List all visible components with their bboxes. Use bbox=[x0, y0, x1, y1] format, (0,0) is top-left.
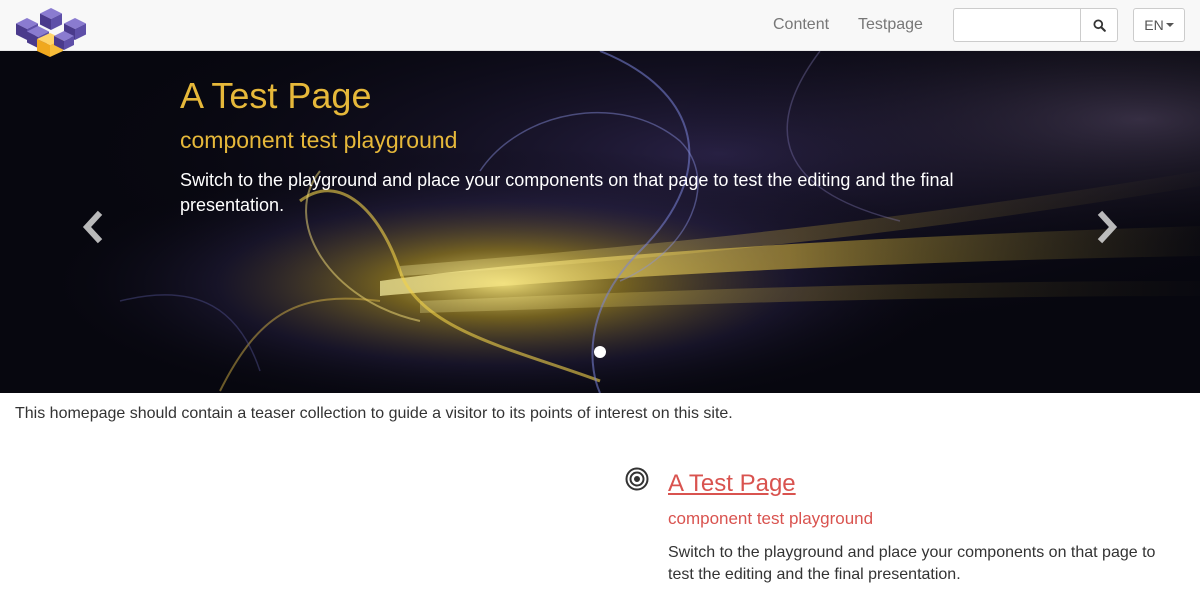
teaser-subtitle: component test playground bbox=[668, 509, 874, 528]
teaser-title-link[interactable]: A Test Page bbox=[668, 470, 796, 498]
caret-down-icon bbox=[1165, 23, 1174, 27]
language-selector[interactable]: EN bbox=[1133, 8, 1185, 42]
intro-text: This homepage should contain a teaser co… bbox=[15, 405, 733, 422]
nav-link-content[interactable]: Content bbox=[773, 16, 829, 34]
language-label: EN bbox=[1144, 17, 1164, 33]
nav-link-testpage[interactable]: Testpage bbox=[858, 16, 923, 34]
teaser-text: Switch to the playground and place your … bbox=[668, 544, 1156, 583]
hero-subtitle: component test playground bbox=[180, 127, 458, 153]
search-icon bbox=[1092, 18, 1106, 32]
carousel-prev-button[interactable] bbox=[78, 209, 108, 245]
hero-text: Switch to the playground and place your … bbox=[180, 170, 954, 215]
search-button[interactable] bbox=[1080, 8, 1118, 42]
carousel-indicator[interactable] bbox=[594, 346, 606, 358]
top-navbar: Content Testpage EN bbox=[0, 0, 1200, 51]
search-input[interactable] bbox=[953, 8, 1080, 42]
hero-carousel: A Test Page component test playground Sw… bbox=[0, 51, 1200, 393]
target-icon bbox=[625, 467, 649, 491]
chevron-left-icon bbox=[82, 210, 103, 244]
hero-title: A Test Page bbox=[180, 75, 372, 116]
carousel-next-button[interactable] bbox=[1092, 209, 1122, 245]
chevron-right-icon bbox=[1097, 210, 1118, 244]
cubes-logo-icon[interactable] bbox=[14, 6, 88, 60]
search-form bbox=[953, 8, 1118, 42]
